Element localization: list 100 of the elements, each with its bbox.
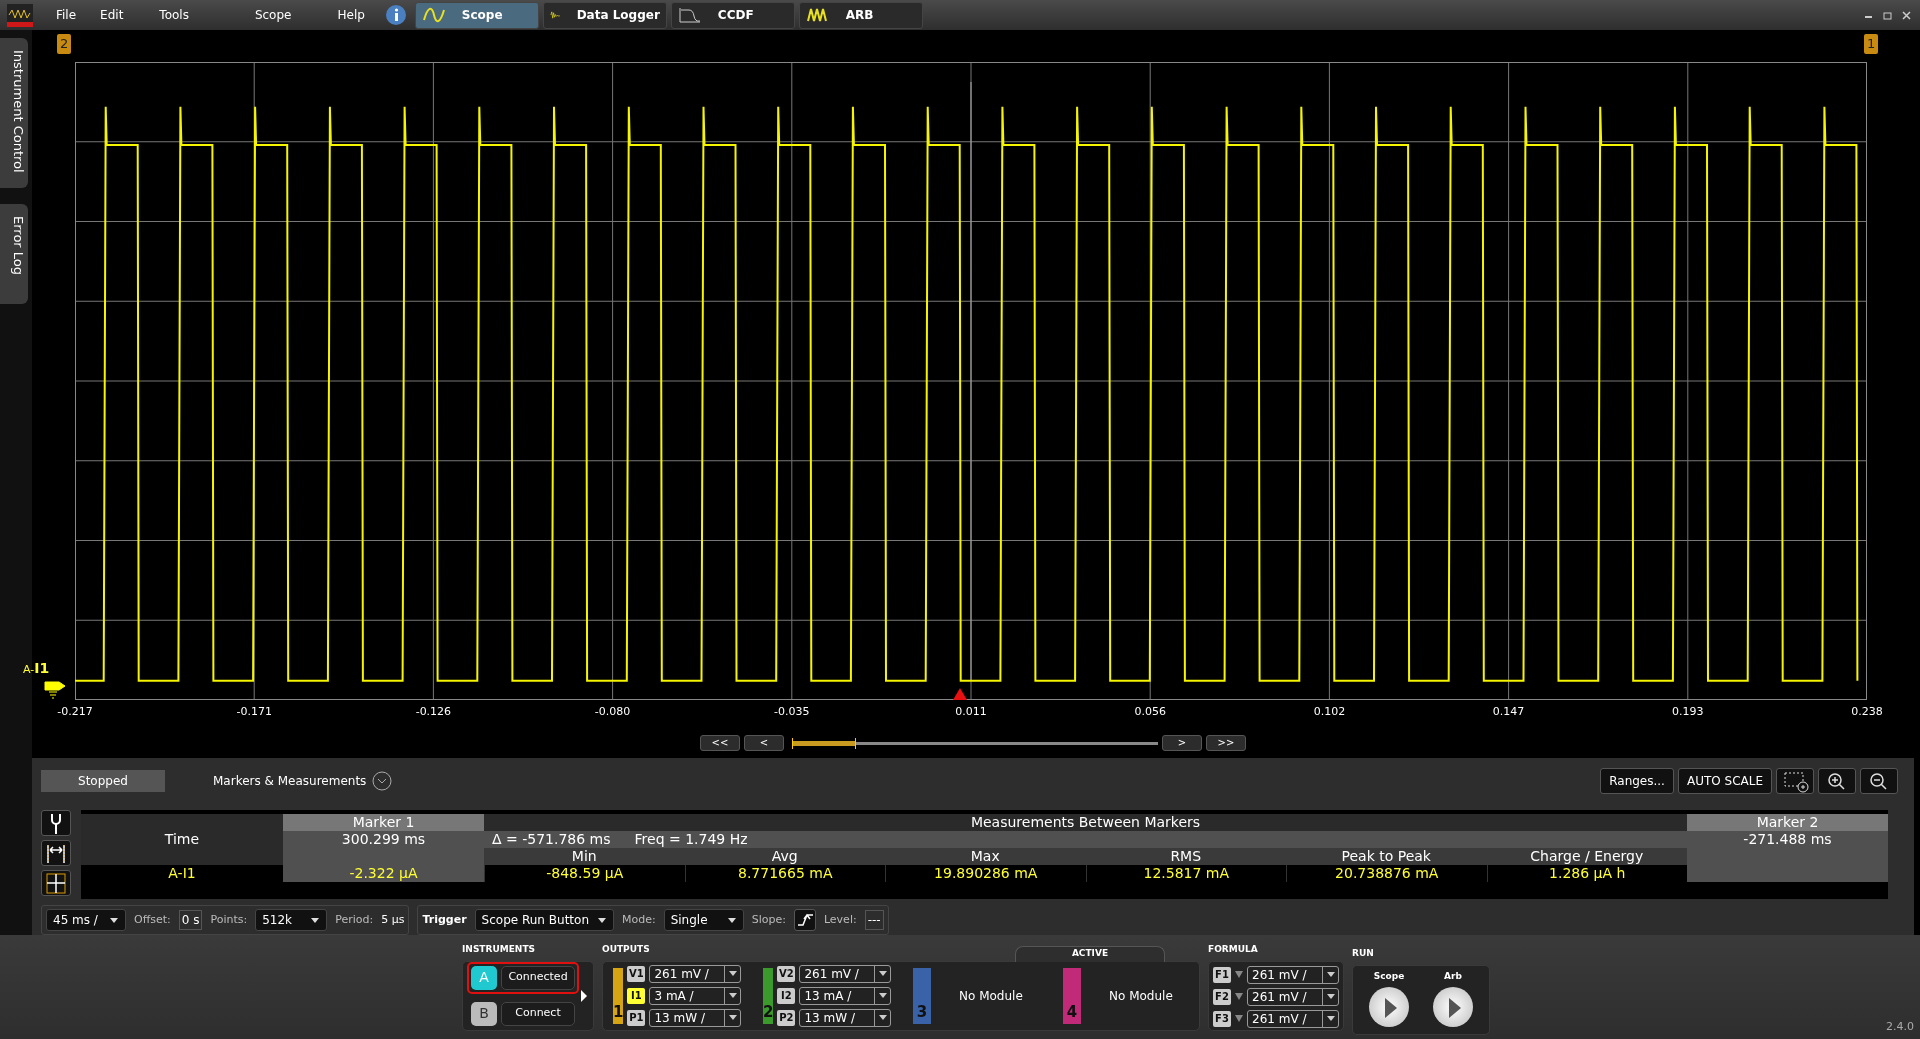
formula-tag[interactable]: F3 [1213, 1010, 1231, 1027]
connect-button[interactable]: Connect [501, 1001, 575, 1026]
side-tab[interactable]: Error Log [0, 204, 28, 304]
scroll-button[interactable]: << [700, 735, 740, 752]
wave-icon [805, 6, 830, 24]
caret-icon[interactable] [1235, 993, 1243, 1000]
restore-icon[interactable] [1882, 9, 1893, 21]
table-cell: 20.738876 mA [1286, 865, 1487, 882]
channel-tag[interactable]: V1 [627, 965, 646, 982]
instrument-slot[interactable]: B Connect [467, 997, 579, 1030]
section-title[interactable]: Markers & Measurements [213, 772, 367, 790]
icon-button[interactable] [1776, 768, 1814, 794]
formula-tag[interactable]: F2 [1213, 988, 1231, 1005]
formula-tag[interactable]: F1 [1213, 966, 1231, 983]
caret-icon [878, 971, 887, 976]
menu-item[interactable]: File [48, 6, 85, 24]
tool-button[interactable] [41, 870, 71, 896]
setting-label: Trigger [422, 911, 467, 928]
tool-button[interactable] [41, 810, 71, 836]
side-tab[interactable]: Instrument Control [0, 38, 28, 188]
scale-dropdown[interactable]: 13 mW / [799, 1008, 892, 1027]
caret-icon [728, 993, 737, 998]
caret-icon[interactable] [1235, 1015, 1243, 1022]
table-cell: -2.322 µA [283, 865, 484, 882]
expand-arrow-icon[interactable] [579, 987, 589, 1004]
scale-dropdown[interactable]: 261 mV / [1247, 1009, 1339, 1028]
info-icon[interactable] [384, 4, 407, 26]
scroll-button[interactable]: >> [1206, 735, 1246, 752]
column-header: Peak to Peak [1286, 848, 1487, 865]
active-tab[interactable]: ACTIVE [1015, 945, 1165, 962]
app-tab[interactable]: Scope [414, 1, 539, 29]
section-label: RUN [1352, 947, 1374, 960]
marker-flag[interactable]: 1 [1864, 34, 1879, 54]
module-number: 1 [613, 967, 624, 1024]
scale-dropdown[interactable]: 261 mV / [649, 964, 742, 983]
offset-field[interactable]: 0 s [178, 910, 203, 930]
channel-tag[interactable]: P2 [777, 1009, 796, 1026]
close-icon[interactable] [1901, 9, 1912, 21]
channel-tag[interactable]: V2 [777, 965, 796, 982]
marker-flag[interactable]: 2 [57, 34, 72, 54]
icon-button[interactable] [1860, 768, 1898, 794]
channel-tag[interactable]: P1 [627, 1009, 646, 1026]
channel-tag[interactable]: I1 [627, 987, 646, 1004]
trigger-dropdown[interactable]: Scope Run Button [474, 909, 614, 931]
scale-dropdown[interactable]: 261 mV / [1247, 987, 1339, 1006]
tool-button[interactable] [41, 840, 71, 866]
menu-item[interactable]: Edit [92, 6, 132, 24]
module-number: 4 [1063, 967, 1081, 1024]
caret-icon[interactable] [1235, 971, 1243, 978]
slope-button[interactable] [793, 909, 816, 931]
caret-icon [878, 1015, 887, 1020]
scroll-track[interactable] [856, 741, 1158, 745]
module-status: No Module [1109, 987, 1173, 1005]
app-tab[interactable]: CCDF [670, 1, 795, 29]
mode-dropdown[interactable]: Single [663, 909, 744, 931]
icon-button[interactable] [1818, 768, 1856, 794]
grid-icon [43, 871, 69, 896]
caret-icon [878, 993, 887, 998]
timebase-dropdown[interactable]: 45 ms / [46, 909, 126, 931]
axis-label: 0.238 [1851, 704, 1883, 720]
toolbar-button[interactable]: Ranges... [1600, 768, 1674, 794]
run-label: Scope [1373, 969, 1405, 983]
channel-tag[interactable]: I2 [777, 987, 796, 1004]
axis-label: -0.035 [774, 704, 810, 720]
table-cell-text: Freq = 1.749 Hz [633, 831, 748, 848]
play-icon [1384, 997, 1397, 1018]
caret-icon [109, 916, 119, 924]
scale-dropdown[interactable]: 3 mA / [649, 986, 742, 1005]
app-tab[interactable]: Data Logger [542, 1, 667, 29]
scale-dropdown[interactable]: 13 mA / [799, 986, 892, 1005]
table-cell: 300.299 ms [283, 831, 484, 848]
app-tab[interactable]: ARB [798, 1, 923, 29]
scale-dropdown[interactable]: 13 mW / [649, 1008, 742, 1027]
axis-label: -0.080 [594, 704, 631, 720]
scroll-thumb[interactable] [792, 737, 856, 749]
connect-button[interactable]: Connected [501, 965, 575, 990]
trigger-marker-icon[interactable] [953, 688, 967, 700]
points-dropdown[interactable]: 512k [255, 909, 328, 931]
caret-icon [728, 1015, 737, 1020]
scale-dropdown[interactable]: 261 mV / [1247, 965, 1339, 984]
instrument-slot[interactable]: A Connected [467, 961, 579, 994]
toolbar-button[interactable]: AUTO SCALE [1677, 768, 1772, 794]
scale-dropdown[interactable]: 261 mV / [799, 964, 892, 983]
column-header: Marker 2 [1687, 814, 1888, 831]
scroll-button[interactable]: < [744, 735, 784, 752]
column-header: Measurements Between Markers [484, 814, 1687, 831]
section-label: INSTRUMENTS [462, 943, 535, 956]
menu-item[interactable]: Tools [151, 6, 197, 24]
ground-marker-icon[interactable] [43, 678, 67, 699]
menu-item[interactable]: Scope [246, 6, 300, 24]
scroll-button[interactable]: > [1162, 735, 1202, 752]
module-status: No Module [959, 987, 1023, 1005]
level-field[interactable]: --- [864, 910, 884, 930]
instrument-letter-button[interactable]: B [471, 1001, 497, 1026]
run-button[interactable] [1369, 987, 1409, 1027]
menu-item[interactable]: Help [329, 6, 373, 24]
expand-icon[interactable] [372, 771, 393, 791]
table-cell-text: Δ = -571.786 ms [491, 831, 611, 848]
axis-label: -0.217 [57, 704, 93, 720]
run-button[interactable] [1433, 987, 1473, 1027]
